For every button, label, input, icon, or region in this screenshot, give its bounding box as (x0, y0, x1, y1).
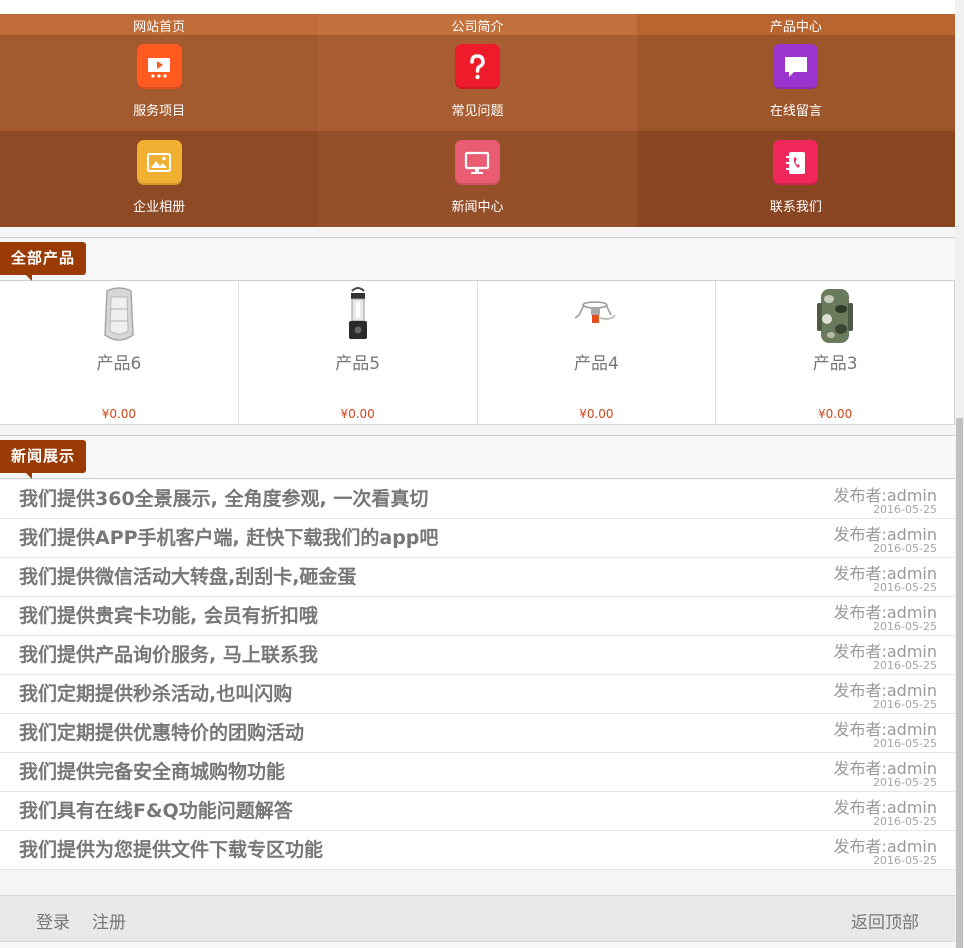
news-title: 我们提供微信活动大转盘,刮刮卡,砸金蛋 (19, 566, 357, 588)
bottom-divider (0, 941, 964, 948)
news-item[interactable]: 我们提供360全景展示, 全角度参观, 一次看真切 发布者:admin 2016-0… (0, 480, 955, 519)
scrollbar-thumb[interactable] (956, 418, 963, 948)
news-title: 我们提供完备安全商城购物功能 (19, 761, 286, 783)
news-date: 2016-05-25 (873, 659, 937, 672)
nav-row-middle: 服务项目 常见问题 在线留言 (0, 35, 955, 131)
news-title: 我们提供贵宾卡功能, 会员有折扣哦 (19, 605, 318, 627)
news-item[interactable]: 我们提供贵宾卡功能, 会员有折扣哦 发布者:admin 2016-05-25 (0, 597, 955, 636)
product-card[interactable]: 产品5 ¥0.00 (239, 281, 478, 424)
news-date: 2016-05-25 (873, 581, 937, 594)
news-title: 我们提供产品询价服务, 马上联系我 (19, 644, 318, 666)
camping-lantern-icon (328, 285, 388, 345)
products-section-header: 全部产品 (0, 237, 955, 281)
login-link[interactable]: 登录 (36, 908, 70, 933)
news-item[interactable]: 我们定期提供秒杀活动,也叫闪购 发布者:admin 2016-05-25 (0, 675, 955, 714)
news-item[interactable]: 我们提供微信活动大转盘,刮刮卡,砸金蛋 发布者:admin 2016-05-25 (0, 558, 955, 597)
news-item[interactable]: 我们提供产品询价服务, 马上联系我 发布者:admin 2016-05-25 (0, 636, 955, 675)
nav-label: 公司简介 (451, 20, 504, 35)
news-date: 2016-05-25 (873, 503, 937, 516)
nav-item-home[interactable]: 网站首页 (0, 14, 319, 35)
news-date: 2016-05-25 (873, 776, 937, 789)
news-item[interactable]: 我们提供APP手机客户端, 赶快下载我们的app吧 发布者:admin 2016-0… (0, 519, 955, 558)
register-link[interactable]: 注册 (92, 908, 126, 933)
question-icon (454, 44, 500, 89)
news-title: 我们提供360全景展示, 全角度参观, 一次看真切 (19, 488, 429, 510)
phone-book-icon (773, 140, 819, 185)
news-section-title: 新闻展示 (0, 440, 87, 479)
product-card[interactable]: 产品3 ¥0.00 (716, 281, 955, 424)
product-name: 产品4 (573, 354, 619, 374)
camping-stove-icon (566, 285, 626, 345)
browser-toolbar-remnant (0, 0, 964, 14)
news-date: 2016-05-25 (873, 620, 937, 633)
nav-label: 网站首页 (133, 20, 186, 35)
product-price: ¥0.00 (101, 407, 137, 421)
news-title: 我们定期提供秒杀活动,也叫闪购 (19, 683, 293, 705)
photo-album-icon (136, 140, 182, 185)
nav-label: 服务项目 (133, 104, 186, 119)
product-price: ¥0.00 (817, 407, 853, 421)
nav-label: 企业相册 (133, 200, 186, 215)
monitor-icon (454, 140, 500, 185)
news-date: 2016-05-25 (873, 542, 937, 555)
nav-item-news[interactable]: 新闻中心 (318, 131, 637, 227)
news-title: 我们提供APP手机客户端, 赶快下载我们的app吧 (19, 527, 439, 549)
news-section-header: 新闻展示 (0, 435, 955, 479)
mobile-page: 网站首页 公司简介 产品中心 服务项目 常见问题 在线留言 企业相册 新闻中心 … (0, 0, 964, 948)
nav-item-faq[interactable]: 常见问题 (318, 35, 637, 131)
nav-item-contact[interactable]: 联系我们 (636, 131, 955, 227)
camo-backpack-icon (805, 285, 865, 345)
product-name: 产品6 (96, 354, 142, 374)
news-date: 2016-05-25 (873, 737, 937, 750)
product-card[interactable]: 产品4 ¥0.00 (478, 281, 717, 424)
product-name: 产品5 (335, 354, 381, 374)
news-title: 我们定期提供优惠特价的团购活动 (19, 722, 305, 744)
back-to-top-link[interactable]: 返回顶部 (851, 908, 919, 933)
scrollbar[interactable] (955, 0, 964, 948)
nav-label: 新闻中心 (451, 200, 504, 215)
product-grid: 产品6 ¥0.00 产品5 ¥0.00 产品4 ¥0.00 产品3 ¥0.00 (0, 281, 955, 425)
chat-bubble-icon (773, 44, 819, 89)
news-date: 2016-05-25 (873, 698, 937, 711)
product-price: ¥0.00 (579, 407, 614, 421)
news-list: 我们提供360全景展示, 全角度参观, 一次看真切 发布者:admin 2016-0… (0, 480, 955, 870)
presentation-icon (136, 44, 182, 89)
news-title: 我们具有在线F&Q功能问题解答 (19, 800, 293, 822)
nav-item-album[interactable]: 企业相册 (0, 131, 319, 227)
products-section-title: 全部产品 (0, 242, 87, 281)
news-item[interactable]: 我们提供为您提供文件下载专区功能 发布者:admin 2016-05-25 (0, 831, 955, 870)
news-title: 我们提供为您提供文件下载专区功能 (19, 839, 324, 861)
nav-row-bottom: 企业相册 新闻中心 联系我们 (0, 131, 955, 227)
news-date: 2016-05-25 (873, 815, 937, 828)
news-date: 2016-05-25 (873, 854, 937, 867)
nav-label: 产品中心 (769, 20, 822, 35)
nav-row-top: 网站首页 公司简介 产品中心 (0, 14, 955, 35)
nav-label: 在线留言 (769, 104, 822, 119)
nav-grid: 网站首页 公司简介 产品中心 服务项目 常见问题 在线留言 企业相册 新闻中心 … (0, 14, 955, 227)
product-price: ¥0.00 (340, 407, 375, 421)
nav-label: 联系我们 (769, 200, 822, 215)
product-name: 产品3 (812, 354, 858, 374)
nav-item-about[interactable]: 公司简介 (318, 14, 637, 35)
nav-item-products[interactable]: 产品中心 (636, 14, 955, 35)
inflatable-boat-icon (89, 285, 149, 345)
news-item[interactable]: 我们定期提供优惠特价的团购活动 发布者:admin 2016-05-25 (0, 714, 955, 753)
footer-bar: 登录 注册 返回顶部 (0, 895, 955, 941)
nav-item-services[interactable]: 服务项目 (0, 35, 319, 131)
news-item[interactable]: 我们提供完备安全商城购物功能 发布者:admin 2016-05-25 (0, 753, 955, 792)
news-item[interactable]: 我们具有在线F&Q功能问题解答 发布者:admin 2016-05-25 (0, 792, 955, 831)
nav-label: 常见问题 (451, 104, 504, 119)
product-card[interactable]: 产品6 ¥0.00 (0, 281, 239, 424)
nav-item-message[interactable]: 在线留言 (636, 35, 955, 131)
